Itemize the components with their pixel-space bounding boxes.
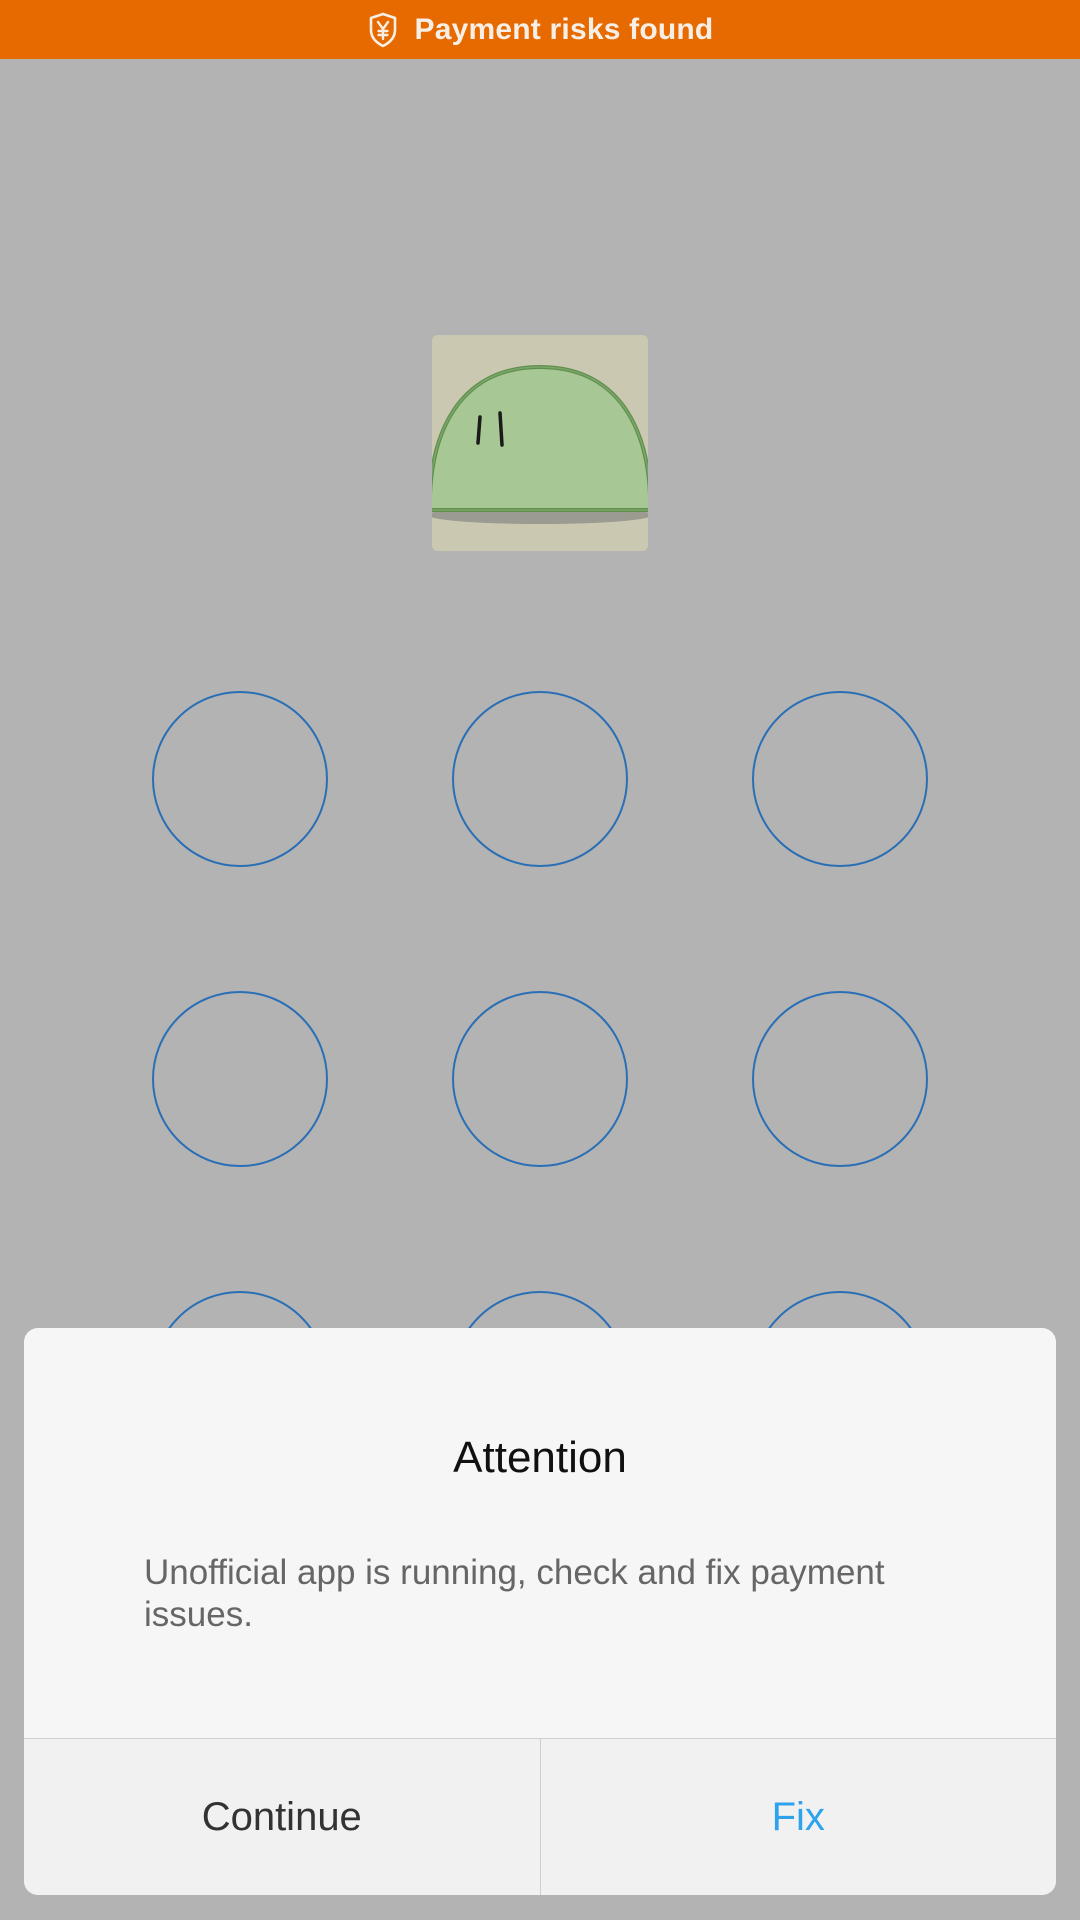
fix-button[interactable]: Fix (541, 1739, 1057, 1895)
pattern-dot-5[interactable] (452, 991, 628, 1167)
pattern-dot-1[interactable] (152, 691, 328, 867)
attention-dialog: Attention Unofficial app is running, che… (24, 1328, 1056, 1895)
dialog-button-bar: Continue Fix (24, 1738, 1056, 1895)
pattern-dot-4[interactable] (152, 991, 328, 1167)
continue-button[interactable]: Continue (24, 1739, 541, 1895)
pattern-dot-3[interactable] (752, 691, 928, 867)
dialog-title: Attention (453, 1433, 627, 1482)
dialog-message: Unofficial app is running, check and fix… (144, 1553, 885, 1634)
pattern-dot-6[interactable] (752, 991, 928, 1167)
pattern-dot-2[interactable] (452, 691, 628, 867)
